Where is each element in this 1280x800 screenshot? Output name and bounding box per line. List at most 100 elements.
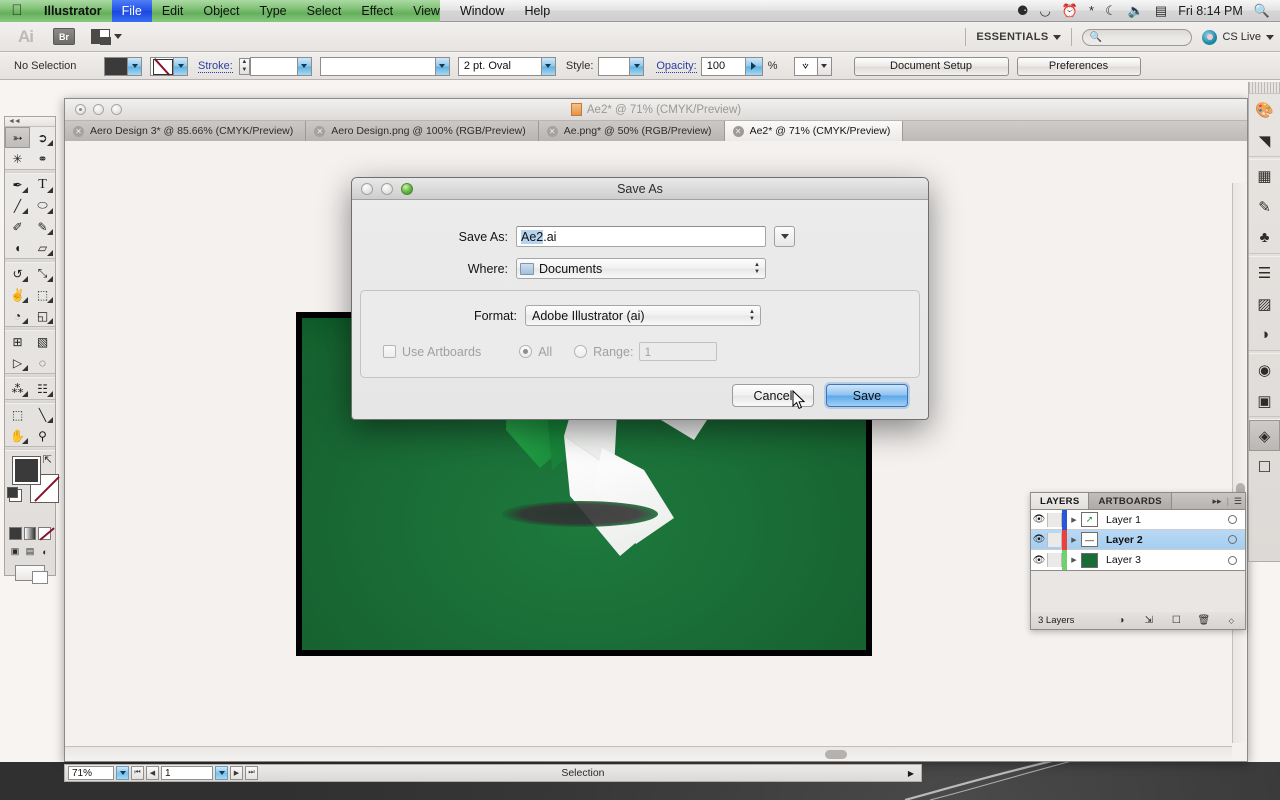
tool-eraser[interactable]: ▱ — [30, 237, 55, 258]
fill-swatch[interactable] — [105, 57, 127, 75]
fill-dropdown-button[interactable] — [127, 57, 141, 75]
gradient-panel-icon[interactable]: ▨ — [1249, 288, 1280, 319]
target-indicator[interactable] — [1228, 555, 1237, 565]
collapse-icon[interactable]: ▸▸ — [1213, 496, 1222, 507]
volume-icon[interactable]: 🔈 — [1128, 0, 1144, 22]
canvas-vertical-scrollbar[interactable] — [1232, 183, 1247, 743]
tool-zoom[interactable]: ⚲ — [30, 425, 55, 446]
search-box[interactable]: 🔍 — [1082, 28, 1194, 46]
tool-ellipse[interactable]: ⬭ — [30, 195, 55, 216]
preferences-button[interactable]: Preferences — [1016, 56, 1141, 76]
where-popup-button[interactable]: Documents ▲ ▼ — [516, 258, 766, 279]
tool-pen[interactable]: ✒ — [5, 174, 30, 195]
visibility-toggle-icon[interactable]: 👁 — [1031, 514, 1047, 525]
visibility-toggle-icon[interactable]: 👁 — [1031, 555, 1047, 566]
opacity-popup-button[interactable] — [744, 57, 762, 75]
graphic-style-dropdown[interactable] — [629, 57, 644, 75]
stroke-color-control[interactable] — [150, 56, 188, 76]
expand-triangle-icon[interactable]: ▶ — [1067, 536, 1081, 544]
next-artboard-button[interactable]: ▶ — [230, 766, 243, 780]
tool-blend[interactable]: ◌ — [30, 352, 55, 373]
symbols-panel-icon[interactable]: ♣ — [1249, 222, 1280, 253]
visibility-toggle-icon[interactable]: 👁 — [1031, 534, 1047, 545]
target-indicator[interactable] — [1228, 515, 1237, 524]
tool-width[interactable]: ✌ — [5, 284, 30, 305]
tool-selection[interactable]: ➳ — [5, 127, 30, 148]
tool-rotate[interactable]: ↺ — [5, 263, 30, 284]
document-tab-ae-png[interactable]: ✕ Ae.png* @ 50% (RGB/Preview) — [538, 121, 725, 141]
stroke-weight-stepper[interactable]: ▲ ▼ — [238, 57, 250, 75]
brushes-panel-icon[interactable]: ✎ — [1249, 191, 1280, 222]
bowler-hat-icon[interactable]: ◡ — [1039, 0, 1050, 22]
canvas-horizontal-scrollbar[interactable] — [65, 746, 1232, 761]
expand-triangle-icon[interactable]: ▶ — [1067, 556, 1081, 564]
stroke-profile-dropdown[interactable] — [434, 57, 449, 75]
search-input[interactable] — [1105, 31, 1194, 43]
lock-toggle[interactable] — [1047, 553, 1062, 567]
draw-normal-icon[interactable]: ▣ — [9, 545, 21, 558]
menu-bar-clock[interactable]: Fri 8:14 PM — [1178, 4, 1243, 18]
resize-grip-icon[interactable]: ◇ — [1218, 617, 1245, 625]
battery-icon[interactable]: ▤ — [1155, 0, 1167, 22]
graphic-style-combo[interactable] — [598, 56, 645, 76]
stroke-swatch-none[interactable] — [151, 57, 173, 75]
close-icon[interactable]: ✕ — [73, 125, 84, 137]
stroke-options-link[interactable]: Stroke: — [198, 60, 233, 73]
first-artboard-button[interactable]: ⏮ — [131, 766, 144, 780]
screen-mode-button[interactable] — [5, 561, 55, 585]
menu-item-select[interactable]: Select — [297, 0, 352, 22]
color-swatch-icon[interactable] — [9, 527, 22, 540]
opacity-value[interactable]: 100 — [702, 60, 745, 72]
delete-selection-icon[interactable]: 🗑 — [1190, 615, 1217, 626]
tool-gradient[interactable]: ▧ — [30, 331, 55, 352]
menu-item-effect[interactable]: Effect — [351, 0, 403, 22]
menu-item-illustrator[interactable]: Illustrator — [34, 0, 112, 22]
brush-definition-dropdown[interactable] — [540, 57, 555, 75]
range-input[interactable]: 1 — [639, 342, 718, 361]
cs-live-button[interactable]: CS Live — [1202, 29, 1274, 45]
gradient-icon[interactable] — [23, 527, 37, 540]
target-indicator[interactable] — [1228, 535, 1237, 544]
use-artboards-checkbox[interactable] — [383, 345, 396, 358]
menu-item-help[interactable]: Help — [514, 0, 560, 22]
select-similar-control[interactable]: ⟇ — [793, 56, 832, 76]
layer-name[interactable]: Layer 3 — [1098, 554, 1228, 566]
menu-item-type[interactable]: Type — [250, 0, 297, 22]
tool-lasso[interactable]: ⚭ — [30, 148, 55, 169]
tool-eyedropper[interactable]: ▷ — [5, 352, 30, 373]
search-icon[interactable]: 🔍 — [1254, 0, 1270, 22]
close-icon[interactable]: ✕ — [546, 125, 558, 137]
tool-blob-brush[interactable]: ◖ — [5, 237, 30, 258]
menu-item-file[interactable]: File — [111, 0, 152, 22]
toolbox-collapse-handle[interactable]: ◄◄ — [5, 117, 55, 127]
expand-browser-button[interactable] — [774, 226, 795, 247]
tool-artboard[interactable]: ⬚ — [5, 404, 30, 425]
layers-panel-icon[interactable]: ◈ — [1249, 420, 1280, 451]
tool-paintbrush[interactable]: ✐ — [5, 216, 30, 237]
tool-symbol-sprayer[interactable]: ⁂ — [5, 378, 30, 399]
dropbox-icon[interactable]: ⚈ — [1017, 0, 1029, 22]
workspace-switcher[interactable]: ESSENTIALS — [976, 31, 1062, 43]
color-panel-icon[interactable]: 🎨 — [1249, 94, 1280, 125]
tool-mesh[interactable]: ⊞ — [5, 331, 30, 352]
save-button[interactable]: Save — [826, 384, 908, 407]
tool-type[interactable]: T — [30, 174, 55, 195]
fill-color-control[interactable] — [104, 56, 142, 76]
color-guide-panel-icon[interactable]: ◥ — [1249, 125, 1280, 156]
opacity-combo[interactable]: 100 — [700, 56, 763, 76]
make-clipping-mask-icon[interactable]: ◑ — [1108, 615, 1135, 626]
graphic-styles-panel-icon[interactable]: ▣ — [1249, 385, 1280, 416]
close-icon[interactable]: ✕ — [314, 125, 326, 137]
last-artboard-button[interactable]: ⏭ — [245, 766, 258, 780]
range-radio[interactable] — [574, 345, 588, 358]
tool-pencil[interactable]: ✎ — [30, 216, 55, 237]
zoom-dropdown-button[interactable] — [116, 766, 129, 780]
brush-definition-combo[interactable]: 2 pt. Oval — [457, 56, 556, 76]
tab-layers[interactable]: LAYERS — [1031, 493, 1090, 509]
swatches-panel-icon[interactable]: ▦ — [1249, 160, 1280, 191]
document-tab-aero-design-3[interactable]: ✕ Aero Design 3* @ 85.66% (CMYK/Preview) — [65, 121, 307, 141]
transparency-panel-icon[interactable]: ◑ — [1249, 319, 1280, 350]
appearance-panel-icon[interactable]: ◉ — [1249, 354, 1280, 385]
table-row[interactable]: 👁 ▶ ➚ Layer 1 — [1031, 509, 1245, 530]
tool-line-segment[interactable]: ╱ — [5, 195, 30, 216]
